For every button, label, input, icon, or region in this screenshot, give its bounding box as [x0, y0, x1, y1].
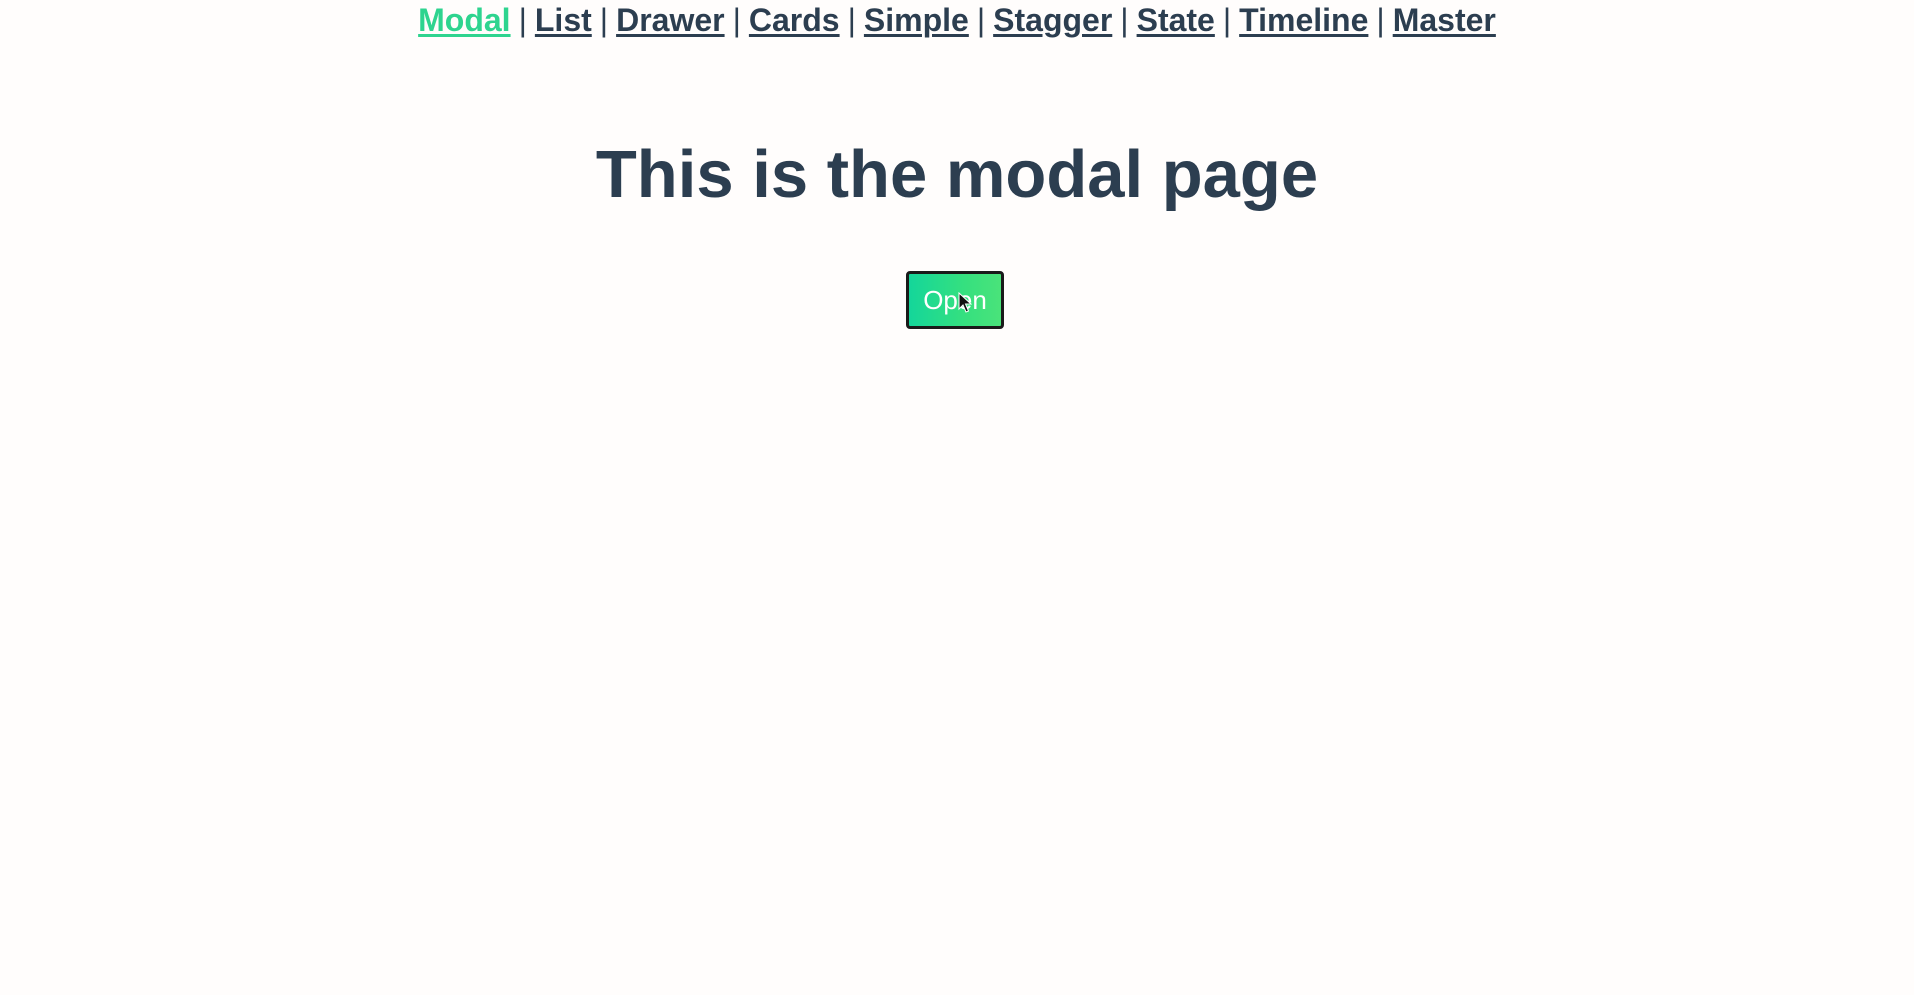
nav-separator: |: [599, 2, 609, 38]
page: Modal | List | Drawer | Cards | Simple | Stagger | S…: [0, 0, 1914, 995]
nav-separator: |: [847, 2, 856, 38]
open-modal-button[interactable]: Open: [906, 271, 1004, 329]
nav-separator: |: [732, 2, 741, 38]
nav-link-drawer[interactable]: Drawer: [616, 2, 725, 38]
nav-link-state[interactable]: State: [1137, 2, 1215, 38]
nav-separator: |: [1376, 2, 1385, 38]
nav-link-list[interactable]: List: [535, 2, 592, 38]
nav-link-cards[interactable]: Cards: [749, 2, 840, 38]
nav-link-modal[interactable]: Modal: [418, 2, 510, 38]
nav-separator: |: [1222, 2, 1232, 38]
nav-separator: |: [518, 2, 527, 38]
nav-link-simple[interactable]: Simple: [864, 2, 969, 38]
nav-separator: |: [976, 2, 986, 38]
top-nav: Modal | List | Drawer | Cards | Simple | Stagger | S…: [0, 0, 1914, 40]
nav-link-stagger[interactable]: Stagger: [993, 2, 1112, 38]
page-title: This is the modal page: [595, 137, 1319, 212]
nav-link-master[interactable]: Master: [1393, 2, 1496, 38]
nav-separator: |: [1120, 2, 1129, 38]
nav-link-timeline[interactable]: Timeline: [1239, 2, 1368, 38]
